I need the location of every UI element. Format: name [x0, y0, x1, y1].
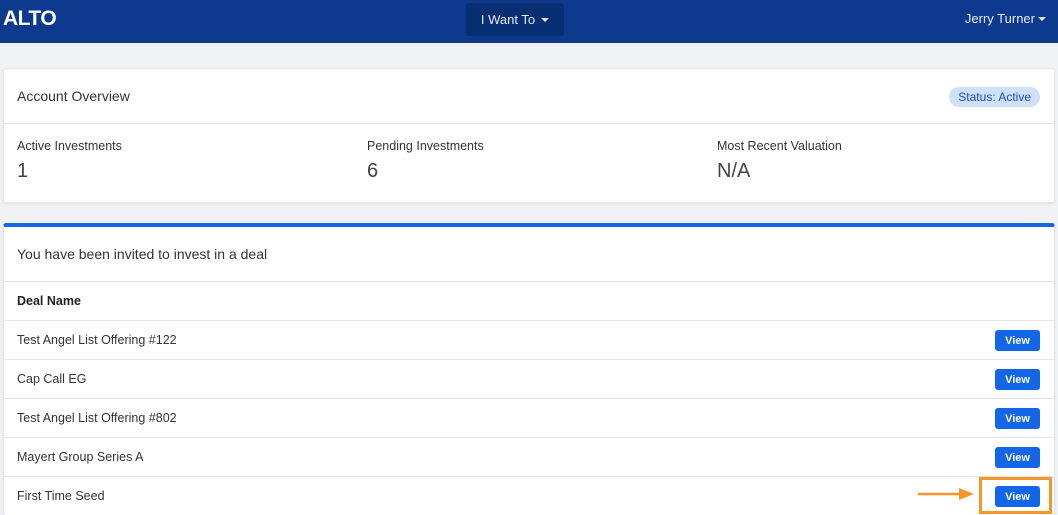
user-name: Jerry Turner: [964, 11, 1035, 26]
highlight-box: [979, 477, 1052, 514]
stat-pending-investments: Pending Investments 6: [367, 139, 484, 183]
status-badge: Status: Active: [949, 87, 1040, 107]
table-row: Cap Call EG View: [4, 360, 1054, 399]
i-want-to-dropdown[interactable]: I Want To: [466, 3, 564, 36]
deal-name: Mayert Group Series A: [17, 450, 144, 464]
view-button[interactable]: View: [995, 447, 1040, 468]
stat-label: Pending Investments: [367, 139, 484, 153]
chevron-down-icon: [541, 18, 550, 22]
view-button[interactable]: View: [995, 369, 1040, 390]
deal-name: Test Angel List Offering #802: [17, 411, 177, 425]
deal-table-header: Deal Name: [4, 282, 1054, 321]
user-menu-dropdown[interactable]: Jerry Turner: [965, 11, 1046, 26]
stat-most-recent-valuation: Most Recent Valuation N/A: [717, 139, 842, 183]
deal-name: First Time Seed: [17, 489, 105, 503]
stat-value: 1: [17, 160, 29, 182]
stat-value: N/A: [717, 160, 751, 182]
stat-label: Most Recent Valuation: [717, 139, 842, 153]
top-navbar: ALTO I Want To Jerry Turner: [0, 0, 1058, 43]
view-button[interactable]: View: [995, 330, 1040, 351]
stat-active-investments: Active Investments 1: [17, 139, 122, 183]
deal-name-column-header: Deal Name: [17, 294, 81, 308]
table-row: Test Angel List Offering #122 View: [4, 321, 1054, 360]
stat-label: Active Investments: [17, 139, 122, 153]
deal-invitations-header: You have been invited to invest in a dea…: [4, 227, 1054, 282]
account-overview-card: Account Overview Status: Active Active I…: [3, 68, 1055, 203]
alto-logo[interactable]: ALTO: [3, 7, 57, 31]
stat-value: 6: [367, 160, 379, 182]
account-overview-title: Account Overview: [17, 88, 130, 104]
chevron-down-icon: [1038, 17, 1046, 21]
overview-stats: Active Investments 1 Pending Investments…: [4, 124, 1054, 203]
table-row: First Time Seed View: [4, 477, 1054, 515]
view-button[interactable]: View: [995, 408, 1040, 429]
deal-invitations-card: You have been invited to invest in a dea…: [3, 223, 1055, 515]
deal-name: Cap Call EG: [17, 372, 87, 386]
table-row: Mayert Group Series A View: [4, 438, 1054, 477]
arrow-icon: [918, 488, 974, 500]
table-row: Test Angel List Offering #802 View: [4, 399, 1054, 438]
i-want-to-label: I Want To: [480, 12, 536, 27]
deal-invitations-title: You have been invited to invest in a dea…: [17, 246, 268, 262]
deal-name: Test Angel List Offering #122: [17, 333, 177, 347]
account-overview-header: Account Overview Status: Active: [4, 69, 1054, 124]
